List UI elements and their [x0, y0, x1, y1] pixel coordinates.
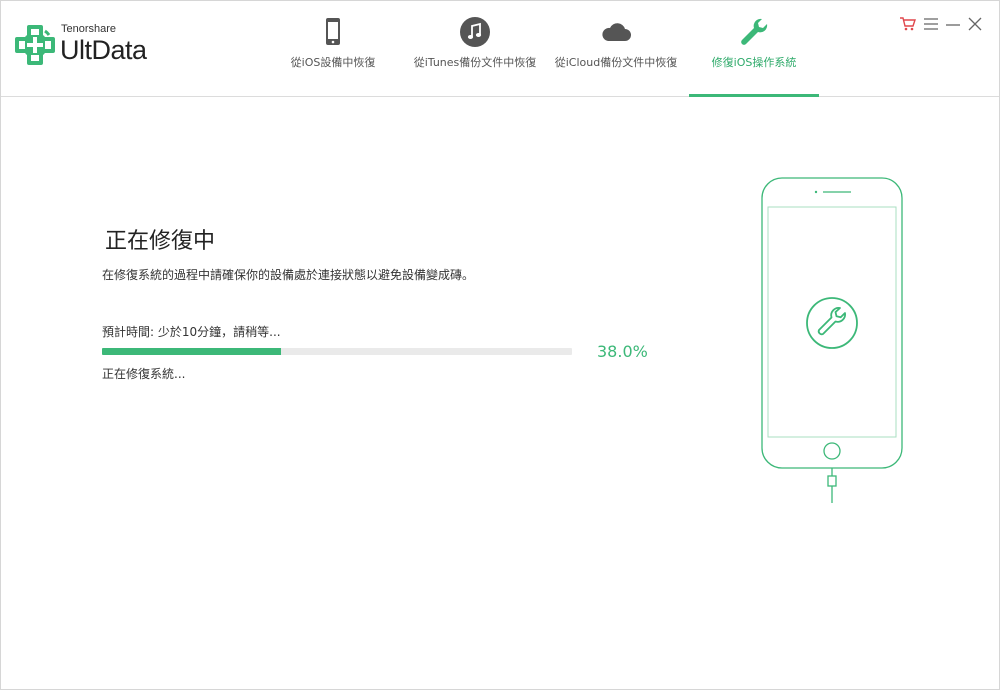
phone-illustration [761, 177, 903, 503]
close-icon[interactable] [966, 15, 984, 33]
progress-bar [102, 348, 572, 355]
main-tabs: 從iOS設備中恢復 從iTunes備份文件中恢復 從iCloud備份文件中恢復 [263, 1, 823, 97]
minimize-icon[interactable] [944, 15, 962, 33]
product-name: UltData [60, 35, 147, 65]
tab-label: 修復iOS操作系統 [711, 56, 797, 69]
tab-itunes-backup-recovery[interactable]: 從iTunes備份文件中恢復 [405, 1, 545, 97]
tab-icloud-backup-recovery[interactable]: 從iCloud備份文件中恢復 [546, 1, 686, 97]
tab-repair-ios-system[interactable]: 修復iOS操作系統 [689, 1, 819, 97]
cloud-icon [602, 23, 631, 41]
tab-label: 從iOS設備中恢復 [290, 56, 376, 69]
phone-icon [326, 18, 340, 45]
app-window: Tenorshare UltData 從iOS設備中恢復 從iTunes備份文件… [0, 0, 1000, 690]
repair-status: 正在修復系統... [102, 367, 186, 381]
menu-icon[interactable] [922, 15, 940, 33]
header-bar: Tenorshare UltData 從iOS設備中恢復 從iTunes備份文件… [1, 1, 999, 97]
cart-icon[interactable] [899, 15, 917, 33]
app-logo: Tenorshare UltData [15, 21, 165, 71]
tab-label: 從iTunes備份文件中恢復 [413, 56, 537, 69]
progress-percentage: 38.0% [597, 342, 648, 361]
tab-label: 從iCloud備份文件中恢復 [554, 56, 678, 69]
estimated-time: 預計時間: 少於10分鐘，請稍等... [102, 325, 281, 339]
tab-ios-device-recovery[interactable]: 從iOS設備中恢復 [263, 1, 403, 97]
wrench-icon [741, 18, 768, 45]
music-note-icon [460, 17, 490, 47]
repair-instructions: 在修復系統的過程中請確保你的設備處於連接狀態以避免設備變成磚。 [102, 268, 475, 282]
brand-name: Tenorshare [61, 23, 117, 35]
window-controls [895, 15, 985, 35]
logo-cross-icon [15, 25, 55, 65]
page-title: 正在修復中 [105, 229, 216, 254]
progress-bar-fill [102, 348, 281, 355]
